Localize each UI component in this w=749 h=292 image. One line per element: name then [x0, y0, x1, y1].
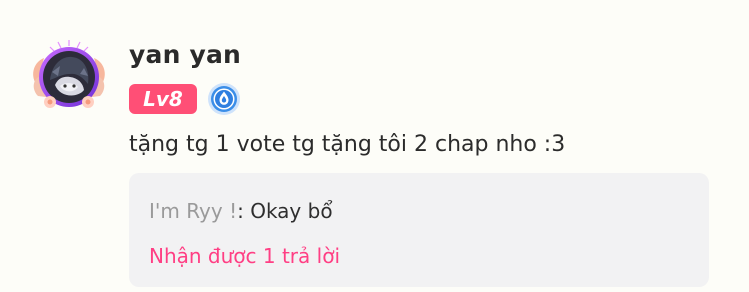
reply-author[interactable]: I'm Ryy !: [149, 199, 237, 223]
comment-text: tặng tg 1 vote tg tặng tôi 2 chap nho :3: [129, 132, 566, 157]
username[interactable]: yan yan: [129, 40, 241, 69]
reply-preview[interactable]: I'm Ryy !: Okay bổ Nhận được 1 trả lời: [129, 173, 709, 287]
level-badge: Lv8: [129, 83, 197, 114]
droplet-medal-icon[interactable]: [207, 82, 241, 116]
badges-row: Lv8: [129, 82, 241, 115]
reply-line: I'm Ryy !: Okay bổ: [149, 199, 333, 223]
view-replies-link[interactable]: Nhận được 1 trả lời: [149, 244, 340, 268]
avatar[interactable]: [30, 40, 108, 112]
reply-text: Okay bổ: [250, 199, 333, 223]
avatar-frame-icon: [33, 40, 105, 108]
comment-item: yan yan Lv8 tặng tg 1 vote tg tặng tôi 2…: [0, 0, 749, 292]
reply-separator: :: [237, 199, 251, 223]
